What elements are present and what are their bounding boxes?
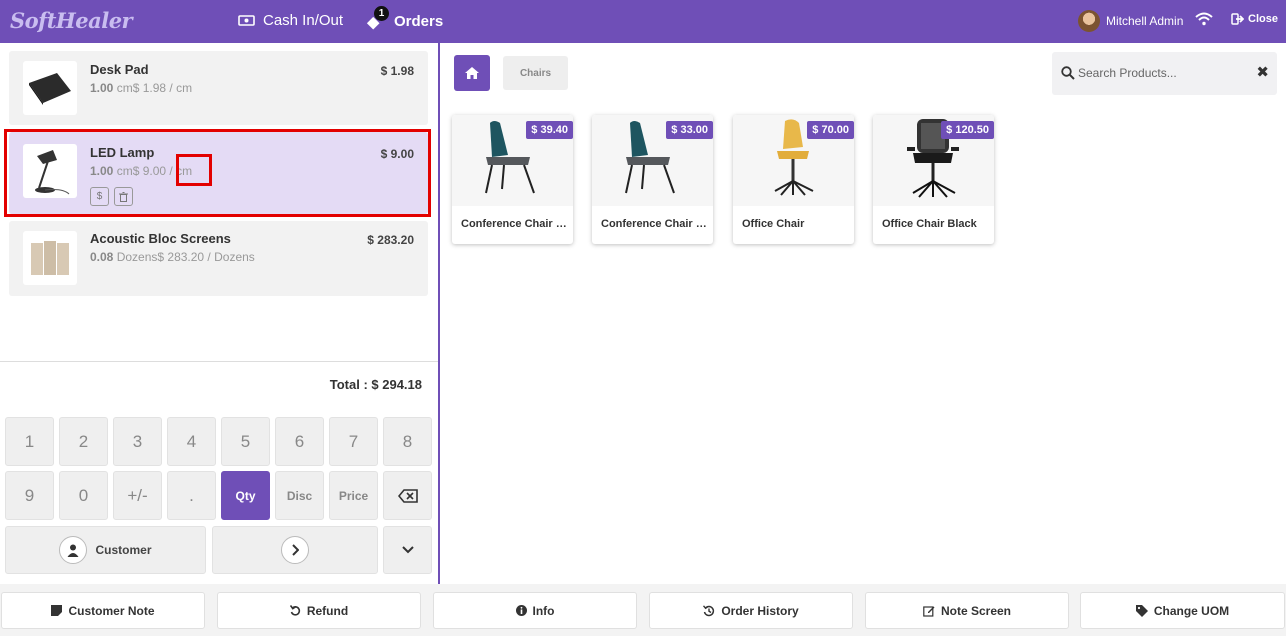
close-label: Close [1248,13,1278,25]
desk-pad-image [23,61,77,115]
order-total: Total : $ 294.18 [329,377,422,392]
acoustic-screens-image [23,231,77,285]
wifi-icon [1195,12,1213,26]
home-icon [465,67,479,79]
softhealer-logo: SoftHealer [10,8,133,33]
customer-note-button[interactable]: Customer Note [1,592,205,629]
category-chairs-button[interactable]: Chairs [503,56,568,90]
chevron-down-icon [401,546,414,554]
user-menu[interactable]: Mitchell Admin [1078,10,1183,32]
product-name: Conference Chair (Steel) [461,218,569,230]
numpad-mode-qty[interactable]: Qty [221,471,270,520]
line-product-name: Desk Pad [90,62,149,77]
order-history-button[interactable]: Order History [649,592,853,629]
orders-button[interactable]: 1 Orders [366,6,444,30]
product-card[interactable]: $ 120.50 Office Chair Black [873,115,994,244]
numpad-mode-price[interactable]: Price [329,471,378,520]
refund-label: Refund [306,603,349,618]
line-quantity-info: 1.00 cm$ 1.98 / cm [90,81,193,95]
product-price-badge: $ 70.00 [807,121,854,139]
backspace-icon [397,488,418,503]
top-bar: SoftHealer Cash In/Out 1 Orders Mitchell… [0,0,1286,43]
product-price-badge: $ 33.00 [666,121,713,139]
line-product-name: Acoustic Bloc Screens [90,231,231,246]
order-line-desk-pad[interactable]: Desk Pad $ 1.98 1.00 cm$ 1.98 / cm [9,51,428,125]
selected-line-highlight [4,129,431,217]
order-summary-divider [0,361,438,362]
product-name: Conference Chair (Aluminium) [601,218,709,230]
change-uom-button[interactable]: Change UOM [1080,592,1285,629]
product-card[interactable]: $ 39.40 Conference Chair (Steel) [452,115,573,244]
search-icon [1061,66,1075,80]
close-button[interactable]: Close [1231,13,1278,25]
sticky-note-icon [51,605,63,616]
history-icon [703,604,715,616]
line-price: $ 283.20 [367,233,414,247]
orders-label: Orders [394,12,444,30]
line-quantity-info: 0.08 Dozens$ 283.20 / Dozens [90,250,255,264]
product-card[interactable]: $ 70.00 Office Chair [733,115,854,244]
refund-button[interactable]: Refund [217,592,421,629]
product-name: Office Chair [742,218,805,230]
order-line-acoustic-bloc-screens[interactable]: Acoustic Bloc Screens $ 283.20 0.08 Doze… [9,221,428,296]
edit-icon [923,605,935,617]
backspace-button[interactable] [383,471,432,520]
line-price: $ 1.98 [380,64,414,78]
undo-icon [289,605,300,616]
product-panel: Chairs ✖ $ 39.40 Conference Chair (Steel… [440,43,1286,584]
uom-highlight [176,154,212,186]
customer-label: Customer [95,543,152,557]
search-input[interactable] [1078,64,1238,82]
product-card[interactable]: $ 33.00 Conference Chair (Aluminium) [592,115,713,244]
action-bar: Customer Note Refund Info Order History … [0,584,1286,636]
numpad-key-2[interactable]: 2 [59,417,108,466]
numpad-key-5[interactable]: 5 [221,417,270,466]
customer-button[interactable]: Customer [5,526,206,574]
home-category-button[interactable] [454,55,490,91]
note-screen-label: Note Screen [940,603,1012,618]
clear-search-button[interactable]: ✖ [1256,63,1269,81]
numpad-key-9[interactable]: 9 [5,471,54,520]
payment-button[interactable] [212,526,378,574]
info-button[interactable]: Info [433,592,637,629]
cash-in-out-label: Cash In/Out [263,12,344,29]
numpad-key-6[interactable]: 6 [275,417,324,466]
tag-icon [1135,604,1148,617]
numpad-mode-disc[interactable]: Disc [275,471,324,520]
numpad-key-7[interactable]: 7 [329,417,378,466]
chevron-right-icon [281,536,309,564]
cash-icon [238,15,255,26]
sign-out-icon [1231,13,1244,25]
note-screen-button[interactable]: Note Screen [865,592,1069,629]
numpad-key-4[interactable]: 4 [167,417,216,466]
product-name: Office Chair Black [882,218,977,230]
info-label: Info [532,603,555,618]
numpad-key-8[interactable]: 8 [383,417,432,466]
product-price-badge: $ 120.50 [941,121,994,139]
numpad-key-0[interactable]: 0 [59,471,108,520]
more-options-button[interactable] [383,526,432,574]
user-icon [59,536,88,564]
numpad-key-plus-minus[interactable]: +/- [113,471,162,520]
avatar [1078,10,1100,32]
product-search-bar: ✖ [1052,52,1277,95]
numpad-key-3[interactable]: 3 [113,417,162,466]
product-price-badge: $ 39.40 [526,121,573,139]
user-name: Mitchell Admin [1106,14,1184,28]
orders-count-badge: 1 [374,6,389,21]
order-history-label: Order History [721,603,799,618]
info-icon [515,605,527,616]
numpad-key-1[interactable]: 1 [5,417,54,466]
order-panel: Desk Pad $ 1.98 1.00 cm$ 1.98 / cm LED L… [0,43,440,584]
numpad-key-decimal[interactable]: . [167,471,216,520]
cash-in-out-button[interactable]: Cash In/Out [238,12,343,29]
customer-note-label: Customer Note [68,603,155,618]
change-uom-label: Change UOM [1153,603,1230,618]
